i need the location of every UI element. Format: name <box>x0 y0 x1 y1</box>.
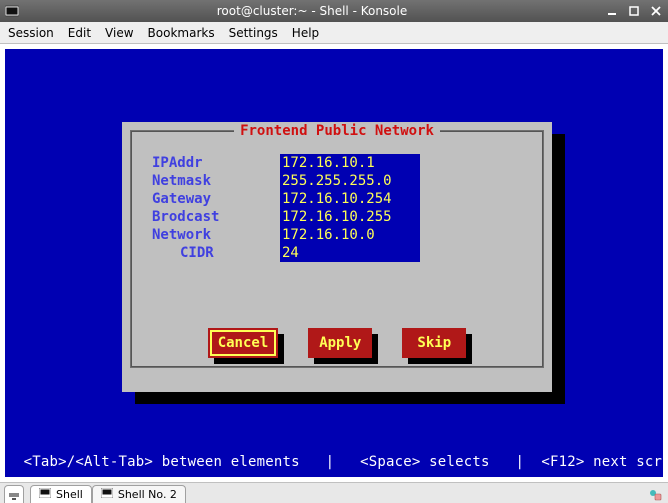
menu-bookmarks[interactable]: Bookmarks <box>148 26 215 40</box>
minimize-button[interactable] <box>604 3 620 19</box>
terminal-icon <box>101 488 113 501</box>
button-row: Cancel Apply Skip <box>122 328 552 358</box>
input-ipaddr[interactable] <box>280 154 420 172</box>
app-icon <box>4 3 20 19</box>
network-dialog: Frontend Public Network IPAddr Netmask G… <box>122 122 552 392</box>
label-ipaddr: IPAddr <box>140 154 280 172</box>
input-network[interactable] <box>280 226 420 244</box>
menu-session[interactable]: Session <box>8 26 54 40</box>
field-ipaddr: IPAddr <box>140 154 534 172</box>
tab-bar: Shell Shell No. 2 <box>0 482 668 503</box>
terminal[interactable]: Frontend Public Network IPAddr Netmask G… <box>5 49 663 477</box>
label-network: Network <box>140 226 280 244</box>
tab-label: Shell <box>56 488 83 501</box>
input-cidr[interactable] <box>280 244 420 262</box>
window-titlebar: root@cluster:~ - Shell - Konsole <box>0 0 668 22</box>
field-broadcast: Brodcast <box>140 208 534 226</box>
input-broadcast[interactable] <box>280 208 420 226</box>
label-gateway: Gateway <box>140 190 280 208</box>
input-netmask[interactable] <box>280 172 420 190</box>
apply-button[interactable]: Apply <box>308 328 372 358</box>
tab-label: Shell No. 2 <box>118 488 177 501</box>
label-cidr: CIDR <box>140 244 280 262</box>
field-netmask: Netmask <box>140 172 534 190</box>
tab-shell-1[interactable]: Shell <box>30 485 92 503</box>
menu-edit[interactable]: Edit <box>68 26 91 40</box>
close-button[interactable] <box>648 3 664 19</box>
input-gateway[interactable] <box>280 190 420 208</box>
maximize-button[interactable] <box>626 3 642 19</box>
skip-button[interactable]: Skip <box>402 328 466 358</box>
tab-shell-2[interactable]: Shell No. 2 <box>92 485 186 503</box>
menubar: Session Edit View Bookmarks Settings Hel… <box>0 22 668 44</box>
terminal-icon <box>39 488 51 501</box>
new-tab-button[interactable] <box>4 485 24 503</box>
cancel-button[interactable]: Cancel <box>208 328 279 358</box>
menu-view[interactable]: View <box>105 26 133 40</box>
window-controls <box>604 3 664 19</box>
menu-settings[interactable]: Settings <box>229 26 278 40</box>
dialog-title: Frontend Public Network <box>122 122 552 140</box>
menu-help[interactable]: Help <box>292 26 319 40</box>
label-broadcast: Brodcast <box>140 208 280 226</box>
hint-line: <Tab>/<Alt-Tab> between elements | <Spac… <box>15 453 653 471</box>
field-list: IPAddr Netmask Gateway Brodcast Network <box>140 154 534 262</box>
window-title: root@cluster:~ - Shell - Konsole <box>217 4 407 18</box>
field-cidr: CIDR <box>140 244 534 262</box>
field-network: Network <box>140 226 534 244</box>
field-gateway: Gateway <box>140 190 534 208</box>
label-netmask: Netmask <box>140 172 280 190</box>
session-icon[interactable] <box>646 485 664 503</box>
